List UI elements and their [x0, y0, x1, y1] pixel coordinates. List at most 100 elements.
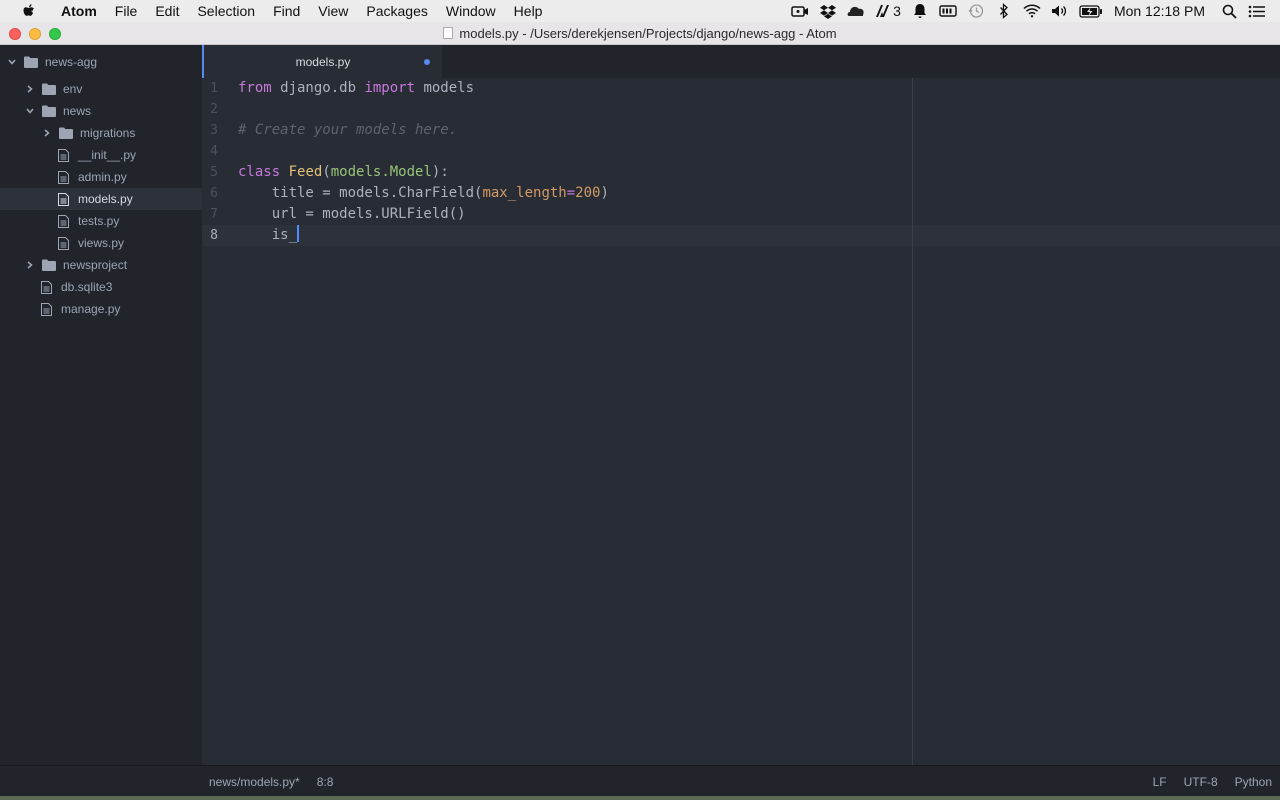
tree-item-label: __init__.py: [78, 148, 137, 162]
token-keyword: class: [238, 164, 281, 180]
menu-selection[interactable]: Selection: [188, 0, 264, 22]
chevron-down-icon[interactable]: [25, 106, 35, 116]
document-proxy-icon[interactable]: [443, 27, 454, 39]
file-text-icon: [58, 214, 69, 228]
token-module: django.db: [271, 80, 365, 96]
file-text-icon: [58, 170, 69, 184]
token-keyword: import: [364, 80, 416, 96]
line-number: 7: [210, 207, 218, 222]
menu-window[interactable]: Window: [437, 0, 505, 22]
tree-project-root[interactable]: news-agg: [0, 51, 202, 73]
window-title: models.py - /Users/derekjensen/Projects/…: [0, 26, 1280, 41]
token-keyword: from: [238, 80, 272, 96]
desktop-background-strip: [0, 796, 1280, 800]
tree-status-area: [0, 765, 202, 796]
tree-item-label: env: [63, 82, 83, 96]
menu-edit[interactable]: Edit: [146, 0, 188, 22]
status-cursor-position[interactable]: 8:8: [317, 775, 334, 789]
tree-item-label: views.py: [78, 236, 125, 250]
tree-item-label: tests.py: [78, 214, 120, 228]
tree-item-models-py[interactable]: models.py: [0, 188, 202, 210]
token-punctuation: ):: [431, 164, 449, 180]
tab-title: models.py: [295, 55, 351, 69]
tree-item-manage-py[interactable]: manage.py: [0, 298, 202, 320]
menu-app-atom[interactable]: Atom: [52, 0, 106, 22]
token-parameter: max_length: [482, 185, 567, 201]
file-text-icon: [58, 148, 69, 162]
menu-file[interactable]: File: [106, 0, 147, 22]
notification-center-icon[interactable]: [1248, 3, 1266, 19]
tree-item-views-py[interactable]: views.py: [0, 232, 202, 254]
file-text-icon: [41, 280, 52, 294]
chevron-down-icon[interactable]: [7, 57, 17, 67]
line-number: 6: [210, 186, 218, 201]
token-number: 200: [575, 185, 601, 201]
notification-bell-icon[interactable]: [911, 3, 929, 19]
chevron-right-icon[interactable]: [25, 260, 35, 270]
text-editor[interactable]: 1 2 3 4 5 6 7 8 from django.db import mo…: [202, 78, 1280, 765]
tree-item-migrations[interactable]: migrations: [0, 122, 202, 144]
wrap-guide: [912, 78, 913, 765]
adobe-cc-icon[interactable]: 3: [875, 3, 901, 19]
token-text: is_: [238, 227, 298, 243]
battery-charging-icon[interactable]: [1079, 3, 1103, 19]
file-text-icon: [58, 236, 69, 250]
menu-bar-clock[interactable]: Mon 12:18 PM: [1114, 3, 1205, 19]
menu-help[interactable]: Help: [505, 0, 552, 22]
token-punctuation: ): [600, 185, 609, 201]
apple-logo-icon[interactable]: [20, 2, 38, 20]
tree-item-admin-py[interactable]: admin.py: [0, 166, 202, 188]
tree-item-label: news-agg: [45, 55, 98, 69]
menu-packages[interactable]: Packages: [357, 0, 436, 22]
adobe-update-count: 3: [893, 3, 901, 19]
tree-item-env[interactable]: env: [0, 78, 202, 100]
cursor-line-highlight: [202, 225, 1280, 246]
status-encoding[interactable]: UTF-8: [1184, 775, 1218, 789]
memory-meter-icon[interactable]: [939, 3, 957, 19]
chevron-right-icon[interactable]: [42, 128, 52, 138]
volume-icon[interactable]: [1051, 3, 1069, 19]
status-line-ending[interactable]: LF: [1153, 775, 1167, 789]
menu-view[interactable]: View: [309, 0, 357, 22]
line-number: 1: [210, 81, 218, 96]
tree-item-db-sqlite3[interactable]: db.sqlite3: [0, 276, 202, 298]
token-punctuation: (: [322, 164, 331, 180]
tree-item-news[interactable]: news: [0, 100, 202, 122]
file-text-icon: [58, 192, 69, 206]
modified-indicator-icon[interactable]: [424, 59, 430, 65]
code-line-7: url = models.URLField(): [238, 206, 466, 222]
tree-item-label: news: [63, 104, 92, 118]
cloud-app-icon[interactable]: [847, 3, 865, 19]
window-title-bar: models.py - /Users/derekjensen/Projects/…: [0, 22, 1280, 45]
folder-icon: [42, 83, 56, 95]
bluetooth-icon[interactable]: [995, 3, 1013, 19]
code-line-3-comment: # Create your models here.: [238, 122, 458, 138]
token-class-name: Feed: [288, 164, 323, 180]
tree-item-label: db.sqlite3: [61, 280, 113, 294]
wifi-icon[interactable]: [1023, 3, 1041, 19]
tree-item-label: models.py: [78, 192, 133, 206]
tree-view: news-agg env news migrations __init__.py…: [0, 45, 202, 765]
folder-open-icon: [42, 105, 56, 117]
time-machine-icon[interactable]: [967, 3, 985, 19]
line-number: 5: [210, 165, 218, 180]
tree-item-label: migrations: [80, 126, 136, 140]
line-number-gutter[interactable]: 1 2 3 4 5 6 7 8: [202, 78, 232, 765]
status-file-path[interactable]: news/models.py*: [209, 775, 300, 789]
tab-models-py[interactable]: models.py: [202, 45, 442, 78]
code-line-6: title = models.CharField(max_length=200): [238, 183, 609, 204]
camera-icon[interactable]: [791, 3, 809, 19]
token-base-class: models.Model: [330, 164, 432, 180]
code-line-5: class Feed(models.Model):: [238, 162, 449, 183]
tree-item-tests-py[interactable]: tests.py: [0, 210, 202, 232]
tree-item-label: admin.py: [78, 170, 127, 184]
menu-find[interactable]: Find: [264, 0, 309, 22]
tree-item-init-py[interactable]: __init__.py: [0, 144, 202, 166]
chevron-right-icon[interactable]: [25, 84, 35, 94]
status-grammar[interactable]: Python: [1235, 775, 1272, 789]
spotlight-search-icon[interactable]: [1220, 3, 1238, 19]
folder-icon: [59, 127, 73, 139]
dropbox-icon[interactable]: [819, 3, 837, 19]
folder-icon: [42, 259, 56, 271]
tree-item-newsproject[interactable]: newsproject: [0, 254, 202, 276]
